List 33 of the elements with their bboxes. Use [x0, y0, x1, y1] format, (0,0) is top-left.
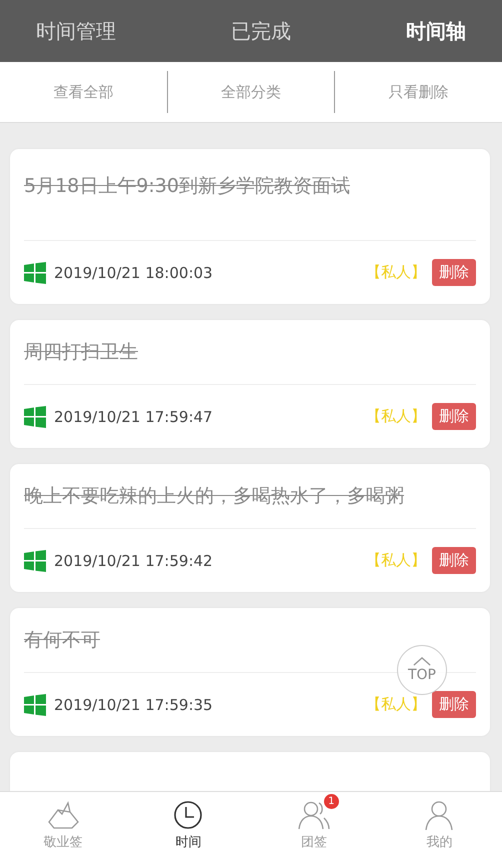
windows-icon [24, 262, 46, 284]
task-title: 晚上不要吃辣的上火的，多喝热水了，多喝粥 [24, 464, 476, 529]
timestamp: 2019/10/21 17:59:42 [54, 552, 214, 570]
delete-button[interactable]: 删除 [432, 547, 476, 574]
timestamp: 2019/10/21 18:00:03 [54, 264, 214, 282]
header-tab[interactable]: 已完成 [231, 12, 291, 50]
header-tab[interactable]: 时间轴 [406, 12, 466, 50]
timestamp: 2019/10/21 17:59:47 [54, 408, 214, 426]
paper-boat-icon [46, 800, 80, 830]
filter-tab[interactable]: 只看删除 [335, 72, 502, 112]
header-tab[interactable]: 时间管理 [36, 12, 116, 50]
notification-badge: 1 [324, 794, 339, 808]
category-label: 【私人】 [366, 263, 426, 282]
delete-button[interactable]: 删除 [432, 691, 476, 718]
category-label: 【私人】 [366, 551, 426, 570]
nav-tab[interactable]: 敬业签 [0, 792, 126, 858]
task-title: 周四打扫卫生 [24, 320, 476, 385]
category-label: 【私人】 [366, 695, 426, 714]
windows-icon [24, 694, 46, 716]
category-label: 【私人】 [366, 407, 426, 426]
nav-tab[interactable]: 时间 [126, 792, 251, 858]
nav-tab[interactable]: 1 团签 [251, 792, 376, 858]
timestamp: 2019/10/21 17:59:35 [54, 696, 214, 714]
group-icon [296, 800, 331, 830]
caret-up-icon [413, 657, 431, 666]
delete-button[interactable]: 删除 [432, 259, 476, 286]
nav-tab[interactable]: 我的 [376, 792, 502, 858]
filter-tab[interactable]: 全部分类 [168, 72, 334, 112]
delete-button[interactable]: 删除 [432, 403, 476, 430]
windows-icon [24, 550, 46, 572]
task-title: 5月18日上午9:30到新乡学院教资面试 [24, 149, 476, 241]
filter-tab[interactable]: 查看全部 [0, 72, 167, 112]
windows-icon [24, 406, 46, 428]
